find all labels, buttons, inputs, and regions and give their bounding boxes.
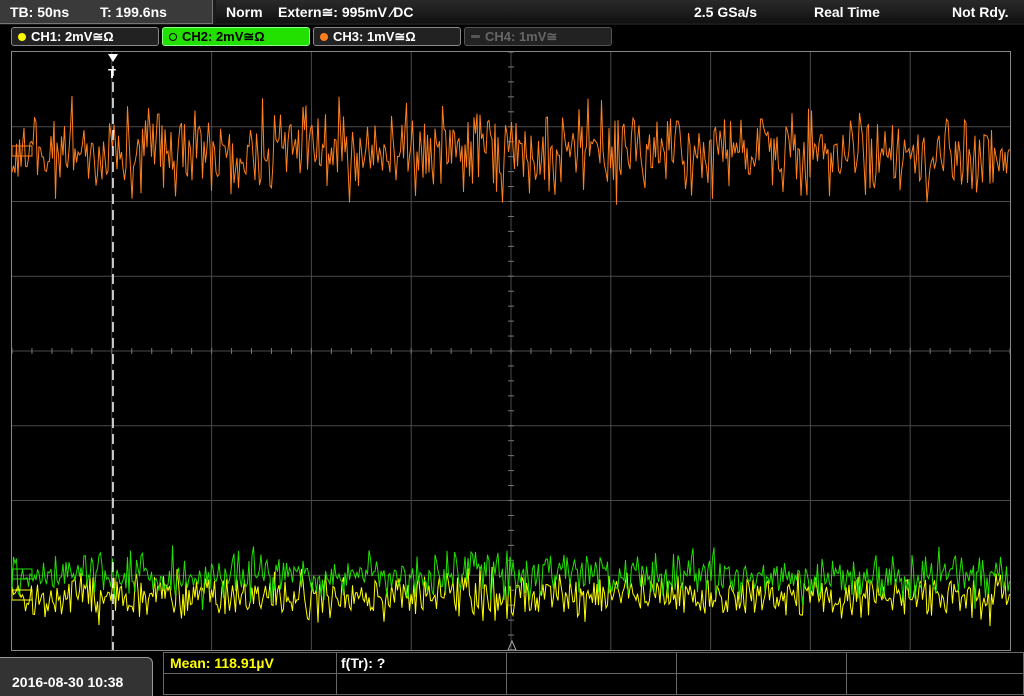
date-time: 2016-08-30 10:38 <box>12 674 124 690</box>
channel-4-indicator-icon <box>471 35 480 38</box>
measurement-cell-2[interactable]: f(Tr): ? <box>336 652 507 695</box>
channel-1-label: CH1: 2mV≅Ω <box>31 28 114 44</box>
acquisition-state: Not Rdy. <box>952 4 1009 20</box>
trigger-status-bar[interactable]: Norm Extern≅: 995mV ∕DC 2.5 GSa/s Real T… <box>216 0 1024 23</box>
measurement-cell-4[interactable] <box>676 652 847 695</box>
waveform-canvas: T <box>12 52 1010 650</box>
timebase-value: TB: 50ns <box>10 4 70 20</box>
measurement-cell-5[interactable] <box>846 652 1024 695</box>
mean-measurement: Mean: 118.91µV <box>170 655 274 671</box>
sample-rate: 2.5 GSa/s <box>694 4 758 20</box>
horizontal-position-marker-icon <box>507 639 517 650</box>
channel-2-indicator-icon <box>169 32 177 41</box>
channel-3-indicator-icon <box>320 32 328 41</box>
channel-3-button[interactable]: CH3: 1mV≅Ω <box>313 27 461 46</box>
channel-4-button[interactable]: CH4: 1mV≅ <box>464 27 612 46</box>
channel-2-label: CH2: 2mV≅Ω <box>182 28 265 44</box>
frequency-measurement: f(Tr): ? <box>341 655 386 671</box>
trigger-marker-label: T <box>108 66 116 81</box>
measurement-cell-3[interactable] <box>506 652 677 695</box>
trigger-time-value: T: 199.6ns <box>100 4 167 20</box>
waveform-display[interactable]: T <box>11 51 1011 651</box>
channel-3-label: CH3: 1mV≅Ω <box>333 28 416 44</box>
trigger-source: Extern≅: 995mV ∕DC <box>278 4 414 20</box>
channel-2-button[interactable]: CH2: 2mV≅Ω <box>162 27 310 46</box>
timebase-panel[interactable]: TB: 50ns T: 199.6ns <box>0 0 213 24</box>
trigger-mode: Norm <box>226 4 263 20</box>
measurement-cell-1[interactable]: Mean: 118.91µV <box>163 652 337 695</box>
date-time-panel: 2016-08-30 10:38 <box>0 657 153 696</box>
channel-4-label: CH4: 1mV≅ <box>485 28 558 44</box>
channel-1-button[interactable]: CH1: 2mV≅Ω <box>11 27 159 46</box>
acquisition-mode: Real Time <box>814 4 880 20</box>
channel-1-indicator-icon <box>18 32 26 41</box>
